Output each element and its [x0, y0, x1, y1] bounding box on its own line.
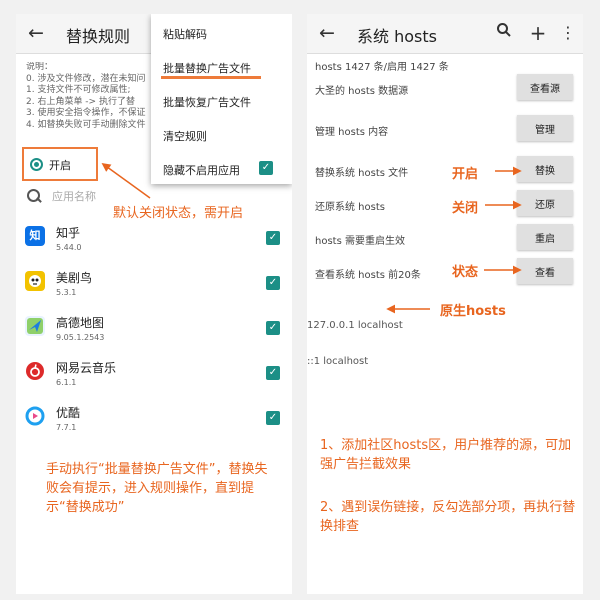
annotation-enable: 开启	[452, 167, 479, 182]
annotation-tip-1: 1、添加社区hosts区，用户推荐的源，可加强广告拦截效果	[320, 438, 572, 472]
annotation-tip-2: 2、遇到误伤链接，反勾选部分项，再执行替换排查	[320, 500, 576, 534]
annotation-disable: 关闭	[452, 201, 479, 216]
annotation-native-hosts: 原生hosts	[440, 304, 506, 319]
annotation-manual-run: 手动执行“批量替换广告文件”，替换失败会有提示，进入规则操作，直到提示“替换成功…	[46, 462, 268, 515]
annotation-status: 状态	[452, 265, 479, 280]
